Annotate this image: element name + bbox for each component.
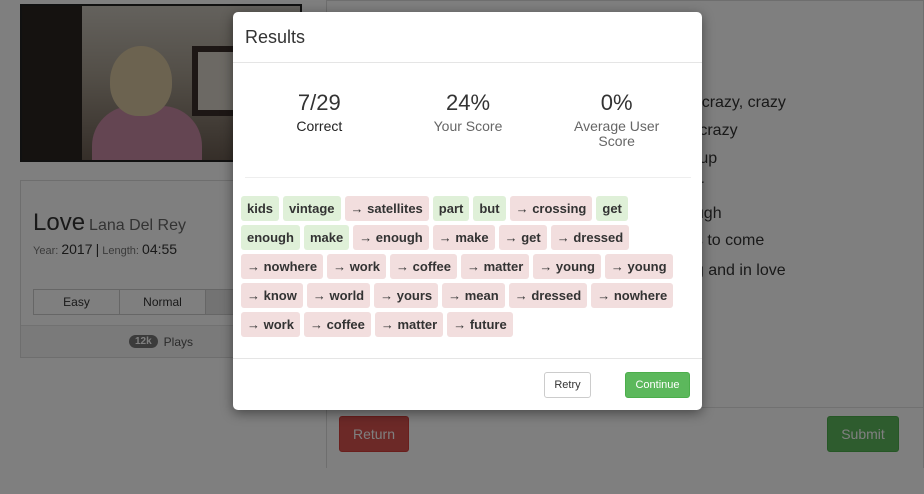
correct-word-chip: get [596,196,628,221]
missed-word-chip: → young [604,254,673,279]
missed-word-chip: → enough [353,225,429,250]
missed-word-chip: → work [327,254,387,279]
missed-word-chip: → get [498,225,547,250]
stat-correct: 7/29 Correct [245,78,394,177]
missed-word-chip: → crossing [509,196,593,221]
stat-correct-label: Correct [296,118,343,134]
correct-word-chip: kids [241,196,280,221]
correct-word-chip: part [432,196,470,221]
stat-your-score: 24% Your Score [394,78,543,177]
missed-word-chip: → coffee [303,312,371,337]
missed-word-chip: → mean [442,283,505,308]
stat-average-score-value: 0% [600,90,633,115]
stat-your-score-label: Your Score [433,118,503,134]
correct-word-chip: make [303,225,350,250]
missed-word-chip: → young [533,254,601,279]
missed-word-chip: → matter [374,312,444,337]
correct-word-chip: vintage [283,196,341,221]
missed-word-chip: → nowhere [591,283,674,308]
missed-word-chip: → dressed [508,283,588,308]
missed-word-chip: → work [241,312,300,337]
modal-footer: Retry Continue [233,358,702,410]
missed-word-chip: → future [447,312,513,337]
results-modal: Results 7/29 Correct 24% Your Score 0% A… [233,12,702,410]
stat-your-score-value: 24% [445,90,491,115]
missed-word-chip: → yours [374,283,439,308]
stat-average-score-label: Average User Score [574,118,660,149]
missed-word-chip: → dressed [550,225,630,250]
missed-word-chip: → make [432,225,495,250]
word-results-list: kids vintage → satellites part but → crossing… [241,196,693,341]
modal-header: Results [233,12,702,63]
correct-word-chip: but [473,196,506,221]
retry-button[interactable]: Retry [544,372,591,398]
missed-word-chip: → nowhere [241,254,324,279]
modal-title: Results [245,27,306,47]
missed-word-chip: → coffee [390,254,457,279]
results-stats: 7/29 Correct 24% Your Score 0% Average U… [245,78,691,178]
missed-word-chip: → world [306,283,371,308]
continue-button[interactable]: Continue [625,372,690,398]
missed-word-chip: → know [241,283,303,308]
stat-correct-value: 7/29 [297,90,341,115]
correct-word-chip: enough [241,225,300,250]
missed-word-chip: → matter [460,254,530,279]
stat-average-score: 0% Average User Score [542,78,691,177]
missed-word-chip: → satellites [344,196,429,221]
